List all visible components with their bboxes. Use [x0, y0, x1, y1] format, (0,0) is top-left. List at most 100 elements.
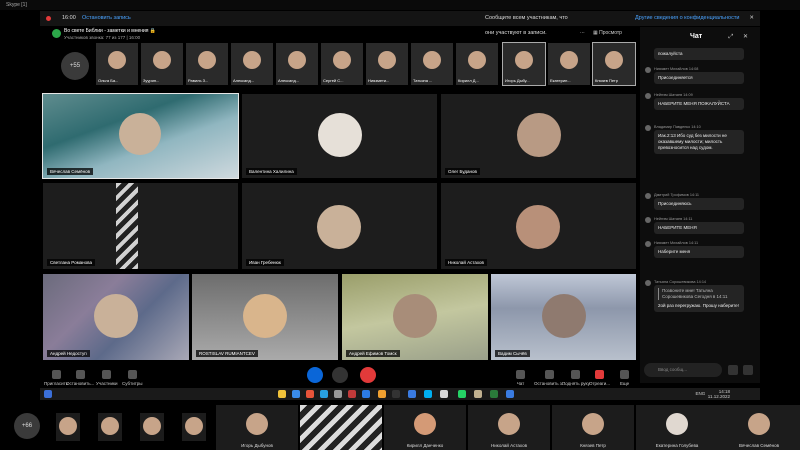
chat-window-icons[interactable]: ⤢ ✕ [729, 33, 753, 41]
participant-thumb[interactable]: Игорь Дыбу... [502, 42, 546, 86]
participant-tile[interactable]: Кирилл Данченко [384, 405, 466, 450]
app-icon[interactable] [506, 390, 514, 398]
avatar [393, 294, 437, 338]
more-participants-button[interactable]: +66 [14, 413, 40, 439]
app-icon[interactable] [392, 390, 400, 398]
language-indicator[interactable]: ENG [696, 391, 706, 396]
participant-thumb[interactable]: Ниязмети... [366, 43, 408, 85]
app-icon[interactable] [362, 390, 370, 398]
participant-thumb[interactable]: Сергей С... [321, 43, 363, 85]
avatar [645, 280, 651, 286]
end-call-button[interactable] [360, 367, 376, 383]
video-tile[interactable]: Светлана Романова [43, 183, 238, 269]
video-tile[interactable]: ROSTISLAV RUMIANTCEV [192, 274, 338, 360]
raise-hand-label: Поднять руку [562, 381, 590, 386]
avatar [119, 113, 161, 155]
app-icon[interactable] [474, 390, 482, 398]
participant-thumb[interactable]: Александ... [276, 43, 318, 85]
app-icon[interactable] [348, 390, 356, 398]
participant-thumb[interactable] [56, 413, 80, 441]
view-button[interactable]: ▦ Просмотр [593, 30, 622, 36]
app-icon[interactable] [440, 390, 448, 398]
message-text: Иак.2:13 Ибо суд без милости не оказавше… [654, 130, 744, 155]
avatar [288, 51, 306, 69]
avatar [645, 93, 651, 99]
close-banner-icon[interactable]: ✕ [749, 11, 754, 26]
stop-sharing-label: Остановить... [66, 381, 95, 386]
clock-date: 11.12.2022 [707, 394, 730, 399]
quoted-message: Позвоните мне! Татьяна Сорошевикова Сего… [658, 288, 740, 301]
microphone-button[interactable] [307, 367, 323, 383]
more-participants-button[interactable]: +55 [61, 52, 89, 80]
telegram-icon[interactable] [320, 390, 328, 398]
avatar [108, 51, 126, 69]
message-author: Ниязмет Михайлов 14:08 [654, 67, 699, 71]
react-label: Отреаги... [589, 381, 610, 386]
send-icon[interactable] [728, 365, 738, 375]
chat-input[interactable]: Ввод сообщ... [644, 363, 722, 377]
participant-tile[interactable]: Князев Петр [552, 405, 634, 450]
video-tile[interactable]: Андрей Ефимов Томск [342, 274, 488, 360]
avatar [378, 51, 396, 69]
participant-tile[interactable]: Игорь Дыбунов [216, 405, 298, 450]
participant-tile[interactable]: Екатерина Голубева [636, 405, 718, 450]
participant-thumb[interactable]: Кирилл Д... [456, 43, 498, 85]
participant-tile[interactable] [300, 405, 382, 450]
excel-icon[interactable] [490, 390, 498, 398]
raise-hand-button[interactable]: Поднять руку [562, 370, 590, 386]
chat-more-icon[interactable] [743, 365, 753, 375]
chat-button[interactable]: Чат [516, 370, 525, 386]
participants-button[interactable]: Участники [96, 370, 118, 386]
browser-icon[interactable] [292, 390, 300, 398]
subtitles-button[interactable]: Субтитры [122, 370, 143, 386]
avatar [516, 205, 560, 249]
participant-thumb[interactable] [182, 413, 206, 441]
video-tile[interactable]: Вадим Сычёв [491, 274, 636, 360]
participant-thumb[interactable]: Равиль З... [186, 43, 228, 85]
avatar [185, 417, 203, 435]
app-icon[interactable] [378, 390, 386, 398]
camera-button[interactable] [332, 367, 348, 383]
participant-name: Сергей С... [323, 78, 344, 83]
video-tile[interactable]: Вячеслав Семёнов [42, 93, 239, 179]
participant-thumb[interactable]: Екатерин... [548, 43, 590, 85]
participant-thumb[interactable]: Зуурин... [141, 43, 183, 85]
video-tile[interactable]: Андрей Недоступ [43, 274, 189, 360]
participant-name: Кирилл Данченко [406, 443, 444, 448]
participant-name: Екатерин... [550, 78, 571, 83]
video-tile[interactable]: Олег Буданов [441, 94, 636, 178]
privacy-link[interactable]: Другие сведения о конфиденциальности [635, 11, 739, 26]
participant-name: Александ... [278, 78, 300, 83]
participant-tile[interactable]: Николай Астахов [468, 405, 550, 450]
video-tile[interactable]: Валентина Халилина [242, 94, 437, 178]
participant-thumb[interactable]: Ольга Ба... [96, 43, 138, 85]
participant-name: Игорь Дыбунов [241, 443, 273, 448]
participant-thumb[interactable] [140, 413, 164, 441]
more-button[interactable]: Еще [620, 370, 629, 386]
participant-thumb[interactable]: Князев Петр [592, 42, 636, 86]
participant-thumb[interactable]: Татьяна ... [411, 43, 453, 85]
participant-tile[interactable]: Вячеслав Семёнов [718, 405, 800, 450]
video-tile[interactable]: Николай Астахов [441, 183, 636, 269]
react-button[interactable]: Отреаги... [589, 370, 610, 386]
app-icon[interactable] [306, 390, 314, 398]
stop-recording-link[interactable]: Остановить запись [82, 11, 131, 26]
app-icon[interactable] [334, 390, 342, 398]
stop-recording-button[interactable]: Остановить з... [534, 370, 566, 386]
participant-thumb[interactable] [98, 413, 122, 441]
system-tray[interactable]: ENG 14:18 11.12.2022 [696, 389, 730, 399]
heart-icon [594, 370, 604, 379]
skype-icon[interactable] [424, 390, 432, 398]
stop-sharing-button[interactable]: Остановить... [66, 370, 94, 386]
windows-flag-icon[interactable] [44, 390, 52, 398]
file-explorer-icon[interactable] [278, 390, 286, 398]
more-options-icon[interactable]: ⋯ [580, 30, 585, 36]
invite-button[interactable]: Пригласить [44, 370, 68, 386]
message-author: Дмитрий Трофимов 14:11 [654, 193, 700, 197]
word-icon[interactable] [408, 390, 416, 398]
participant-name: Ольга Ба... [98, 78, 119, 83]
clock[interactable]: 14:18 11.12.2022 [708, 389, 730, 399]
video-tile[interactable]: Иван Гребенюк [242, 183, 437, 269]
whatsapp-icon[interactable] [458, 390, 466, 398]
participant-thumb[interactable]: Александ... [231, 43, 273, 85]
